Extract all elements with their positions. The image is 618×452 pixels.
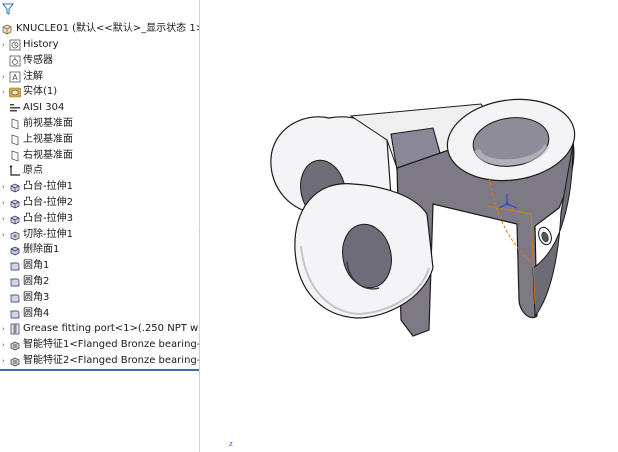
- annotation-icon: A: [9, 71, 21, 83]
- tree-item-label: 圆角2: [23, 276, 50, 287]
- expand-arrow-icon[interactable]: ›: [2, 179, 8, 195]
- expand-arrow-icon[interactable]: ›: [2, 321, 8, 337]
- tree-item[interactable]: 删除面1: [0, 242, 199, 258]
- plane-icon: [9, 118, 21, 130]
- fillet-icon: [9, 260, 21, 272]
- tree-item-label: Grease fitting port<1>(.250 NPT with C'B…: [23, 323, 200, 335]
- tree-item-label: 凸台-拉伸3: [23, 212, 73, 224]
- tree-item[interactable]: AISI 304: [0, 100, 199, 116]
- part-icon: [1, 23, 13, 35]
- material-icon: [9, 102, 21, 114]
- filter-icon[interactable]: [1, 2, 15, 16]
- fillet-icon: [9, 292, 21, 304]
- tree-item[interactable]: 原点: [0, 163, 199, 179]
- smart-feature-icon: [9, 339, 21, 351]
- boss-extrude-icon: [9, 197, 21, 209]
- fillet-icon: [9, 308, 21, 320]
- tree-item[interactable]: 圆角1: [0, 258, 199, 274]
- tree-item-label: 传感器: [23, 54, 53, 66]
- smart-feature-icon: [9, 355, 21, 367]
- boss-extrude-icon: [9, 213, 21, 225]
- tree-item-label: 智能特征1<Flanged Bronze bearing-2>(Def: [23, 339, 199, 351]
- knuckle-model-view[interactable]: [201, 0, 618, 452]
- tree-item[interactable]: › Grease fitting port<1>(.250 NPT with C'…: [0, 321, 200, 337]
- tree-item-label: 智能特征2<Flanged Bronze bearing-1>(Def: [23, 355, 199, 366]
- tree-item-label: History: [23, 39, 59, 50]
- tree-item-label: 原点: [23, 165, 43, 177]
- tree-item[interactable]: 右视基准面: [0, 148, 199, 164]
- svg-text:A: A: [12, 73, 18, 82]
- feature-manager-tree[interactable]: KNUCLE01 (默认<<默认>_显示状态 1>)->? › History 传感…: [0, 0, 200, 452]
- tree-item-label: 圆角3: [23, 291, 50, 303]
- tree-item-label: 上视基准面: [23, 133, 73, 145]
- tree-end-underline: [0, 369, 199, 371]
- hole-wizard-icon: [9, 323, 21, 335]
- tree-item[interactable]: › 凸台-拉伸1: [0, 179, 199, 195]
- tree-root-label: KNUCLE01 (默认<<默认>_显示状态 1>)->?: [16, 23, 199, 34]
- tree-filter-row: [0, 0, 199, 20]
- tree-item-label: 凸台-拉伸2: [23, 197, 73, 208]
- tree-item-label: 圆角1: [23, 260, 50, 272]
- tree-item[interactable]: › A 注解: [0, 69, 199, 85]
- tree-item[interactable]: › 智能特征1<Flanged Bronze bearing-2>(Def: [0, 337, 199, 353]
- tree-item-label: 凸台-拉伸1: [23, 181, 73, 193]
- expand-arrow-icon[interactable]: ›: [2, 337, 8, 353]
- tree-item[interactable]: › 实体(1): [0, 84, 199, 100]
- delete-face-icon: [9, 244, 21, 256]
- history-icon: [9, 39, 21, 51]
- origin-icon: [9, 165, 21, 177]
- plane-icon: [9, 134, 21, 146]
- cut-extrude-icon: [9, 229, 21, 241]
- expand-arrow-icon[interactable]: ›: [2, 37, 8, 53]
- view-triad-z-label: z: [229, 440, 233, 448]
- graphics-viewport[interactable]: z: [201, 0, 618, 452]
- tree-item[interactable]: › 切除-拉伸1: [0, 227, 199, 243]
- tree-item-label: 前视基准面: [23, 118, 73, 129]
- tree-item[interactable]: › 凸台-拉伸3: [0, 211, 199, 227]
- tree-item[interactable]: › History: [0, 37, 199, 53]
- tree-item[interactable]: › 凸台-拉伸2: [0, 195, 199, 211]
- expand-arrow-icon[interactable]: ›: [2, 195, 8, 211]
- tree-item-label: 注解: [23, 70, 43, 82]
- expand-arrow-icon[interactable]: ›: [2, 211, 8, 227]
- expand-arrow-icon[interactable]: ›: [2, 84, 8, 100]
- tree-item-label: 实体(1): [23, 86, 58, 98]
- tree-item[interactable]: 圆角3: [0, 290, 199, 306]
- tree-item-label: 圆角4: [23, 307, 50, 319]
- tree-item[interactable]: 前视基准面: [0, 116, 199, 132]
- tree-item[interactable]: 圆角4: [0, 306, 199, 322]
- expand-arrow-icon[interactable]: ›: [2, 353, 8, 369]
- plane-icon: [9, 150, 21, 162]
- tree-item[interactable]: › 智能特征2<Flanged Bronze bearing-1>(Def: [0, 353, 199, 369]
- tree-item-label: AISI 304: [23, 102, 65, 114]
- tree-item[interactable]: 圆角2: [0, 274, 199, 290]
- solid-bodies-icon: [9, 86, 21, 98]
- expand-arrow-icon[interactable]: ›: [2, 69, 8, 85]
- panel-splitter-handle[interactable]: ◂: [197, 225, 199, 237]
- tree-root-part[interactable]: KNUCLE01 (默认<<默认>_显示状态 1>)->?: [0, 21, 199, 37]
- boss-extrude-icon: [9, 181, 21, 193]
- fillet-icon: [9, 276, 21, 288]
- tree-item-label: 切除-拉伸1: [23, 228, 73, 240]
- tree-item-label: 删除面1: [23, 244, 60, 256]
- tree-item[interactable]: 传感器: [0, 53, 199, 69]
- tree-item-label: 右视基准面: [23, 149, 73, 161]
- expand-arrow-icon[interactable]: ›: [2, 227, 8, 243]
- sensor-icon: [9, 55, 21, 67]
- tree-item[interactable]: 上视基准面: [0, 132, 199, 148]
